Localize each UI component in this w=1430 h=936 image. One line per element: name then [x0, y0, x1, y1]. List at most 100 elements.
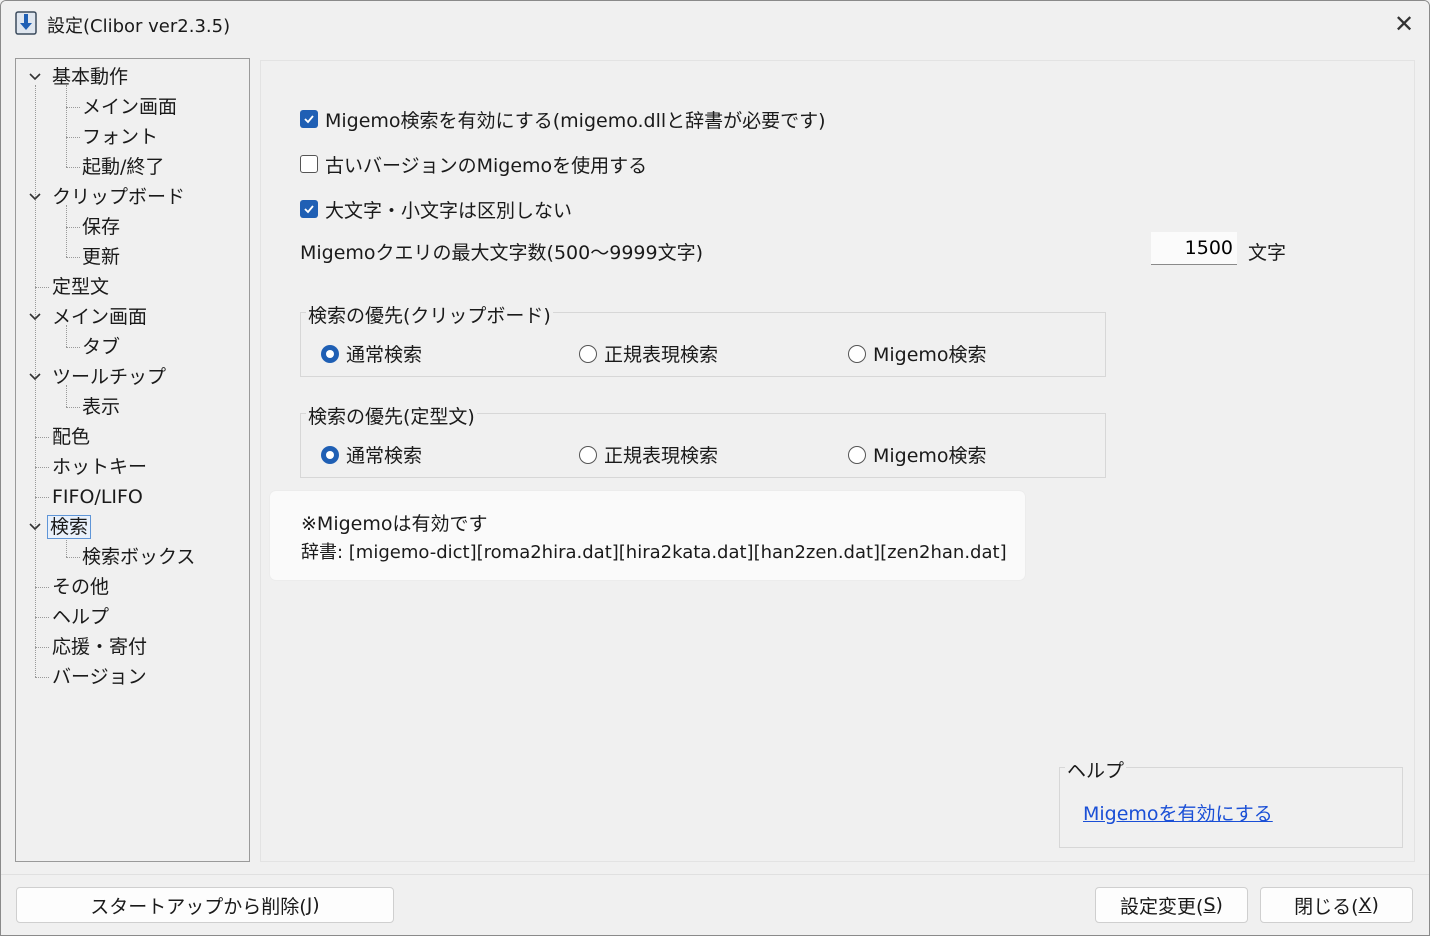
tree-connector	[66, 407, 80, 408]
tree-item-label: FIFO/LIFO	[52, 486, 143, 508]
radio-label: Migemo検索	[873, 344, 987, 366]
tree-item-startup-exit[interactable]: 起動/終了	[80, 153, 166, 181]
chevron-down-icon[interactable]	[28, 190, 42, 204]
template-radio-regex[interactable]: 正規表現検索	[579, 441, 718, 468]
tree-item-hotkey[interactable]: ホットキー	[50, 453, 149, 481]
radio-unselected-icon	[579, 445, 597, 464]
button-label-end: )	[1371, 894, 1379, 916]
tree-item-label: 検索	[47, 515, 92, 539]
window-title: 設定(Clibor ver2.3.5)	[47, 16, 231, 37]
radio-label: 通常検索	[346, 344, 423, 366]
tree-item-search-box[interactable]: 検索ボックス	[80, 543, 197, 571]
tree-item-label: 保存	[82, 216, 121, 238]
tree-item-label: 定型文	[52, 276, 110, 298]
tree-item-main-window[interactable]: メイン画面	[80, 93, 179, 121]
dictionary-list-text: 辞書: [migemo-dict][roma2hira.dat][hira2ka…	[301, 542, 1007, 563]
tree-connector	[35, 287, 49, 288]
tree-item-label: 応援・寄付	[52, 636, 148, 658]
tree-connector	[35, 617, 49, 618]
tree-connector	[35, 587, 49, 588]
max-query-label: Migemoクエリの最大文字数(500～9999文字)	[300, 242, 703, 264]
radio-selected-icon	[321, 344, 339, 363]
title-bar: 設定(Clibor ver2.3.5) ✕	[1, 1, 1429, 47]
checkbox-label: 古いバージョンのMigemoを使用する	[325, 154, 648, 177]
migemo-status-box: ※Migemoは有効です 辞書: [migemo-dict][roma2hira…	[270, 491, 1025, 580]
tree-item-label: 基本動作	[52, 66, 129, 88]
tree-item-font[interactable]: フォント	[80, 123, 160, 151]
tree-item-save[interactable]: 保存	[80, 213, 122, 241]
tree-connector	[35, 437, 49, 438]
button-label: 設定変更(	[1120, 895, 1204, 918]
chevron-down-icon[interactable]	[28, 310, 42, 324]
tree-item-colors[interactable]: 配色	[50, 423, 92, 451]
remove-startup-button[interactable]: スタートアップから削除(J)	[16, 887, 394, 923]
radio-selected-icon	[321, 445, 339, 464]
template-radio-normal[interactable]: 通常検索	[321, 441, 422, 468]
tree-item-label: その他	[52, 576, 110, 598]
tree-item-label: 表示	[82, 396, 121, 418]
tree-item-template[interactable]: 定型文	[50, 273, 111, 301]
footer-divider	[1, 874, 1429, 875]
tree-connector	[66, 257, 80, 258]
help-group-title: ヘルプ	[1065, 756, 1127, 783]
close-button[interactable]: 閉じる(X)	[1260, 887, 1413, 923]
tree-item-label: メイン画面	[52, 306, 148, 328]
group-title: 検索の優先(クリップボード)	[306, 301, 553, 328]
tree-item-display[interactable]: 表示	[80, 393, 122, 421]
button-label-end: )	[312, 894, 320, 916]
tree-item-label: 更新	[82, 246, 121, 268]
tree-connector	[66, 137, 80, 138]
clipboard-radio-normal[interactable]: 通常検索	[321, 340, 422, 367]
tree-item-version[interactable]: バージョン	[50, 663, 149, 691]
max-query-input[interactable]	[1151, 232, 1237, 265]
ignore-case-checkbox[interactable]: 大文字・小文字は区別しない	[300, 195, 572, 223]
close-icon[interactable]: ✕	[1379, 1, 1429, 47]
radio-unselected-icon	[848, 344, 866, 363]
clipboard-radio-migemo[interactable]: Migemo検索	[848, 340, 987, 367]
radio-label: Migemo検索	[873, 445, 987, 467]
settings-window: 設定(Clibor ver2.3.5) ✕ 基本動作 メイン画面 フォント 起動…	[0, 0, 1430, 936]
tree-item-tab[interactable]: タブ	[80, 333, 122, 361]
chevron-down-icon[interactable]	[28, 370, 42, 384]
tree-item-basic[interactable]: 基本動作	[50, 63, 130, 91]
button-label: 閉じる(	[1294, 895, 1359, 918]
settings-tree[interactable]: 基本動作 メイン画面 フォント 起動/終了 クリップボード 保存 更新 定型文 …	[15, 58, 250, 862]
clipboard-radio-regex[interactable]: 正規表現検索	[579, 340, 718, 367]
chevron-down-icon[interactable]	[28, 70, 42, 84]
tree-item-clipboard[interactable]: クリップボード	[50, 183, 187, 211]
radio-label: 正規表現検索	[604, 445, 719, 467]
button-label-end: )	[1215, 894, 1223, 916]
radio-label: 通常検索	[346, 445, 423, 467]
button-accesskey: X	[1358, 894, 1372, 916]
tree-item-update[interactable]: 更新	[80, 243, 122, 271]
tree-item-tooltip[interactable]: ツールチップ	[50, 363, 168, 391]
radio-label: 正規表現検索	[604, 344, 719, 366]
checkbox-checked-icon	[300, 110, 318, 128]
tree-item-help[interactable]: ヘルプ	[50, 603, 111, 631]
tree-item-label: ホットキー	[52, 456, 148, 478]
tree-item-search[interactable]: 検索	[47, 513, 92, 541]
checkbox-label: Migemo検索を有効にする(migemo.dllと辞書が必要です)	[325, 109, 826, 132]
tree-item-label: 起動/終了	[82, 156, 165, 178]
template-radio-migemo[interactable]: Migemo検索	[848, 441, 987, 468]
help-link-enable-migemo[interactable]: Migemoを有効にする	[1083, 799, 1273, 826]
tree-item-label: ツールチップ	[52, 366, 167, 388]
tree-item-other[interactable]: その他	[50, 573, 111, 601]
tree-item-main-window-2[interactable]: メイン画面	[50, 303, 149, 331]
chevron-down-icon[interactable]	[28, 520, 42, 534]
apply-settings-button[interactable]: 設定変更(S)	[1095, 887, 1248, 923]
radio-unselected-icon	[848, 445, 866, 464]
tree-connector	[35, 497, 49, 498]
migemo-status-text: ※Migemoは有効です	[301, 513, 488, 535]
tree-connector	[35, 647, 49, 648]
tree-item-fifo-lifo[interactable]: FIFO/LIFO	[50, 483, 145, 511]
tree-connector	[66, 107, 80, 108]
tree-item-label: フォント	[82, 126, 159, 148]
checkbox-unchecked-icon	[300, 155, 318, 173]
tree-item-donate[interactable]: 応援・寄付	[50, 633, 149, 661]
old-migemo-checkbox[interactable]: 古いバージョンのMigemoを使用する	[300, 150, 647, 178]
tree-branch-line	[66, 205, 67, 257]
tree-item-label: メイン画面	[82, 96, 178, 118]
migemo-enable-checkbox[interactable]: Migemo検索を有効にする(migemo.dllと辞書が必要です)	[300, 105, 826, 133]
tree-connector	[35, 467, 49, 468]
